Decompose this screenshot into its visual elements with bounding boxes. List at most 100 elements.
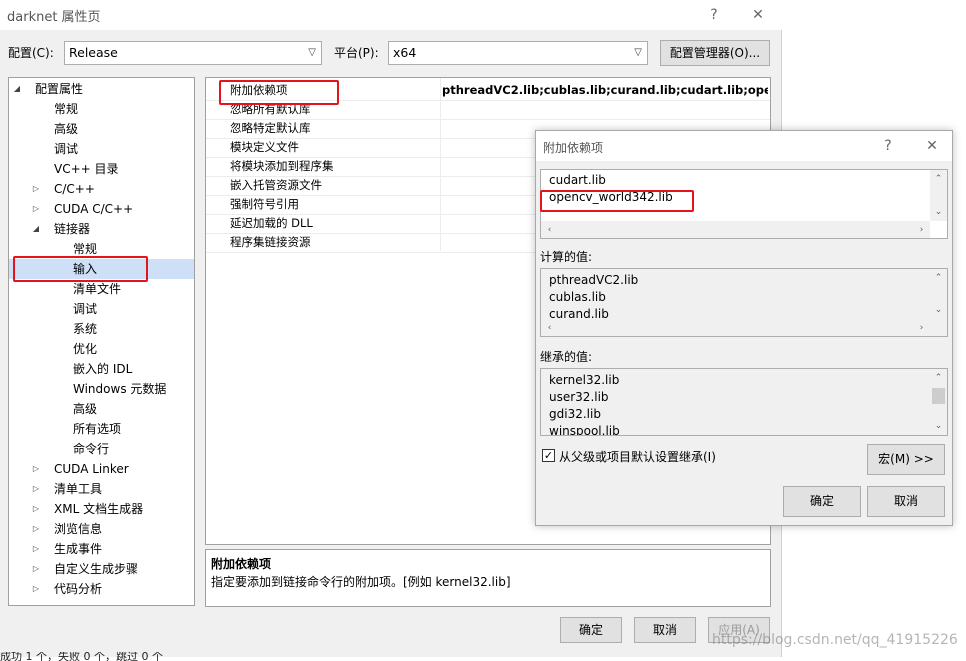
chevron-down-icon: ▽ bbox=[634, 47, 642, 58]
inherit-checkbox[interactable]: ✓ bbox=[542, 449, 555, 462]
tree-item[interactable]: ▷ CUDA Linker bbox=[9, 459, 194, 479]
scroll-up-icon[interactable]: ⌃ bbox=[930, 271, 947, 285]
tree-item[interactable]: ◢ 配置属性 bbox=[9, 79, 194, 99]
cancel-button[interactable]: 取消 bbox=[634, 617, 696, 643]
tree-item[interactable]: 优化 bbox=[9, 339, 194, 359]
tree-item[interactable]: 常规 bbox=[9, 99, 194, 119]
tree-item[interactable]: VC++ 目录 bbox=[9, 159, 194, 179]
collapsed-arrow-icon[interactable]: ▷ bbox=[30, 579, 42, 599]
dialog-help-button[interactable]: ? bbox=[876, 135, 900, 157]
scroll-down-icon[interactable]: ⌄ bbox=[930, 303, 947, 317]
tree-item[interactable]: 所有选项 bbox=[9, 419, 194, 439]
ok-button[interactable]: 确定 bbox=[560, 617, 622, 643]
tree-item-label: 常规 bbox=[54, 102, 79, 116]
tree-item-label: CUDA C/C++ bbox=[54, 202, 134, 216]
macro-button[interactable]: 宏(M) >> bbox=[867, 444, 945, 475]
tree-item[interactable]: 系统 bbox=[9, 319, 194, 339]
config-select[interactable]: Release ▽ bbox=[64, 41, 322, 65]
window-title: darknet 属性页 bbox=[7, 10, 101, 25]
collapsed-arrow-icon[interactable]: ▷ bbox=[30, 519, 42, 539]
config-manager-button[interactable]: 配置管理器(O)... bbox=[660, 40, 770, 66]
tree-item-label: 调试 bbox=[73, 302, 98, 316]
collapsed-arrow-icon[interactable]: ▷ bbox=[30, 179, 42, 199]
scroll-right-icon[interactable]: › bbox=[913, 321, 930, 335]
inherited-item: kernel32.lib bbox=[549, 373, 620, 387]
tree-item[interactable]: ▷ CUDA C/C++ bbox=[9, 199, 194, 219]
tree-item-label: 生成事件 bbox=[54, 542, 103, 556]
tree-item-label: 调试 bbox=[54, 142, 79, 156]
vertical-scrollbar[interactable]: ⌃ ⌄ bbox=[930, 269, 947, 319]
property-value[interactable] bbox=[442, 100, 768, 119]
tree-item[interactable]: ▷ C/C++ bbox=[9, 179, 194, 199]
tree-item[interactable]: 命令行 bbox=[9, 439, 194, 459]
scroll-left-icon[interactable]: ‹ bbox=[541, 321, 558, 335]
scroll-down-icon[interactable]: ⌄ bbox=[930, 419, 947, 433]
tree-item[interactable]: 清单文件 bbox=[9, 279, 194, 299]
dialog-cancel-button[interactable]: 取消 bbox=[867, 486, 945, 517]
tree-item[interactable]: ▷ 生成事件 bbox=[9, 539, 194, 559]
dialog-title-bar: 附加依赖项 ? ✕ bbox=[536, 131, 952, 161]
scroll-left-icon[interactable]: ‹ bbox=[541, 223, 558, 237]
title-bar: darknet 属性页 ? ✕ bbox=[0, 0, 782, 30]
expanded-arrow-icon[interactable]: ◢ bbox=[11, 79, 23, 99]
tree-item-label: 浏览信息 bbox=[54, 522, 103, 536]
check-icon: ✓ bbox=[543, 449, 554, 462]
tree-item[interactable]: 调试 bbox=[9, 139, 194, 159]
expanded-arrow-icon[interactable]: ◢ bbox=[30, 219, 42, 239]
scroll-down-icon[interactable]: ⌄ bbox=[930, 205, 947, 219]
scroll-right-icon[interactable]: › bbox=[913, 223, 930, 237]
highlight-box-opencv bbox=[540, 190, 694, 212]
scroll-up-icon[interactable]: ⌃ bbox=[930, 371, 947, 385]
additional-dependencies-dialog: 附加依赖项 ? ✕ cudart.lib opencv_world342.lib… bbox=[535, 130, 953, 526]
vertical-scrollbar[interactable]: ⌃ ⌄ bbox=[930, 170, 947, 221]
tree-item-label: XML 文档生成器 bbox=[54, 502, 144, 516]
scroll-up-icon[interactable]: ⌃ bbox=[930, 172, 947, 186]
dialog-close-button[interactable]: ✕ bbox=[920, 135, 944, 157]
platform-value: x64 bbox=[393, 45, 417, 60]
highlight-box-additional-deps bbox=[219, 80, 339, 105]
tree-item-label: 清单工具 bbox=[54, 482, 103, 496]
tree-item-label: 清单文件 bbox=[73, 282, 122, 296]
close-button[interactable]: ✕ bbox=[746, 4, 770, 26]
inherited-values-label: 继承的值: bbox=[540, 350, 593, 364]
tree-item[interactable]: ▷ 清单工具 bbox=[9, 479, 194, 499]
scroll-thumb[interactable] bbox=[932, 388, 945, 404]
computed-values-list: pthreadVC2.lib cublas.lib curand.lib ⌃ ⌄… bbox=[540, 268, 948, 337]
property-name: 忽略特定默认库 bbox=[230, 121, 311, 135]
highlight-box-input bbox=[13, 256, 148, 282]
collapsed-arrow-icon[interactable]: ▷ bbox=[30, 479, 42, 499]
tree-item-label: VC++ 目录 bbox=[54, 162, 119, 176]
inherit-checkbox-label[interactable]: 从父级或项目默认设置继承(I) bbox=[559, 448, 716, 465]
property-name: 程序集链接资源 bbox=[230, 235, 311, 249]
horizontal-scrollbar[interactable]: ‹ › bbox=[541, 319, 930, 336]
tree-item[interactable]: ▷ 浏览信息 bbox=[9, 519, 194, 539]
platform-select[interactable]: x64 ▽ bbox=[388, 41, 648, 65]
dialog-ok-button[interactable]: 确定 bbox=[783, 486, 861, 517]
edit-item[interactable]: cudart.lib bbox=[549, 172, 606, 189]
vertical-scrollbar[interactable]: ⌃ ⌄ bbox=[930, 369, 947, 435]
tree-item[interactable]: Windows 元数据 bbox=[9, 379, 194, 399]
tree-item[interactable]: ◢ 链接器 bbox=[9, 219, 194, 239]
collapsed-arrow-icon[interactable]: ▷ bbox=[30, 499, 42, 519]
tree-item[interactable]: ▷ 自定义生成步骤 bbox=[9, 559, 194, 579]
collapsed-arrow-icon[interactable]: ▷ bbox=[30, 539, 42, 559]
tree-item-label: 系统 bbox=[73, 322, 98, 336]
tree-item[interactable]: ▷ 代码分析 bbox=[9, 579, 194, 599]
tree-item[interactable]: 高级 bbox=[9, 119, 194, 139]
help-button[interactable]: ? bbox=[702, 4, 726, 26]
collapsed-arrow-icon[interactable]: ▷ bbox=[30, 199, 42, 219]
collapsed-arrow-icon[interactable]: ▷ bbox=[30, 459, 42, 479]
horizontal-scrollbar[interactable]: ‹ › bbox=[541, 221, 930, 238]
tree-item[interactable]: 调试 bbox=[9, 299, 194, 319]
computed-values-label: 计算的值: bbox=[540, 250, 593, 264]
inherited-values-list: kernel32.lib user32.lib gdi32.lib winspo… bbox=[540, 368, 948, 436]
property-name: 延迟加载的 DLL bbox=[230, 216, 313, 230]
tree-item-label: 代码分析 bbox=[54, 582, 103, 596]
property-value[interactable]: pthreadVC2.lib;cublas.lib;curand.lib;cud… bbox=[442, 81, 768, 100]
tree-item[interactable]: ▷ XML 文档生成器 bbox=[9, 499, 194, 519]
tree-item-label: 配置属性 bbox=[35, 82, 84, 96]
tree-item[interactable]: 嵌入的 IDL bbox=[9, 359, 194, 379]
tree-item[interactable]: 高级 bbox=[9, 399, 194, 419]
collapsed-arrow-icon[interactable]: ▷ bbox=[30, 559, 42, 579]
tree-item-label: 优化 bbox=[73, 342, 98, 356]
